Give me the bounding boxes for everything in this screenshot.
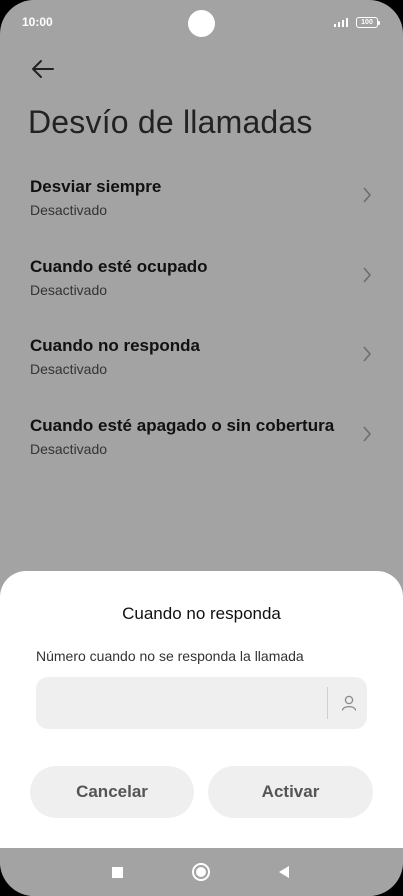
setting-status: Desactivado (30, 202, 108, 218)
square-icon[interactable] (112, 867, 123, 878)
chevron-right-icon (363, 346, 372, 362)
forward-no-answer-dialog: Cuando no responda Número cuando no se r… (0, 571, 403, 848)
chevron-right-icon (363, 426, 372, 442)
setting-title: Cuando no responda (30, 336, 200, 355)
triangle-left-icon[interactable] (278, 865, 290, 879)
input-divider (327, 687, 328, 719)
setting-title: Cuando esté ocupado (30, 257, 208, 276)
chevron-right-icon (363, 267, 372, 283)
setting-status: Desactivado (30, 282, 108, 298)
setting-forward-no-answer[interactable]: Cuando no responda Desactivado (0, 336, 403, 400)
setting-forward-busy[interactable]: Cuando esté ocupado Desactivado (0, 257, 403, 321)
camera-cutout (188, 10, 215, 37)
setting-forward-unreachable[interactable]: Cuando esté apagado o sin cobertura Desa… (0, 416, 403, 480)
setting-status: Desactivado (30, 441, 108, 457)
page-title: Desvío de llamadas (28, 104, 313, 140)
setting-title: Desviar siempre (30, 177, 162, 196)
back-button[interactable] (28, 55, 60, 83)
forward-number-input[interactable] (48, 677, 322, 731)
activate-button[interactable]: Activar (208, 766, 373, 818)
setting-title: Cuando esté apagado o sin cobertura (30, 416, 335, 435)
circle-icon[interactable] (191, 862, 211, 882)
battery-icon: 100 (356, 17, 380, 28)
chevron-right-icon (363, 187, 372, 203)
setting-forward-always[interactable]: Desviar siempre Desactivado (0, 177, 403, 241)
number-input-container (36, 677, 367, 731)
phone-screen: 10:00 100 Desvío de llamadas Desviar sie… (0, 0, 403, 896)
signal-icon (334, 17, 352, 27)
navigation-bar (0, 848, 403, 896)
contact-picker-button[interactable] (337, 691, 361, 715)
setting-status: Desactivado (30, 361, 108, 377)
cancel-button[interactable]: Cancelar (30, 766, 194, 818)
person-icon (341, 695, 357, 711)
status-time: 10:00 (22, 15, 53, 29)
number-field-label: Número cuando no se responda la llamada (36, 648, 304, 664)
arrow-left-icon (32, 60, 54, 78)
dialog-title: Cuando no responda (122, 604, 281, 623)
status-bar: 10:00 100 (0, 0, 403, 48)
